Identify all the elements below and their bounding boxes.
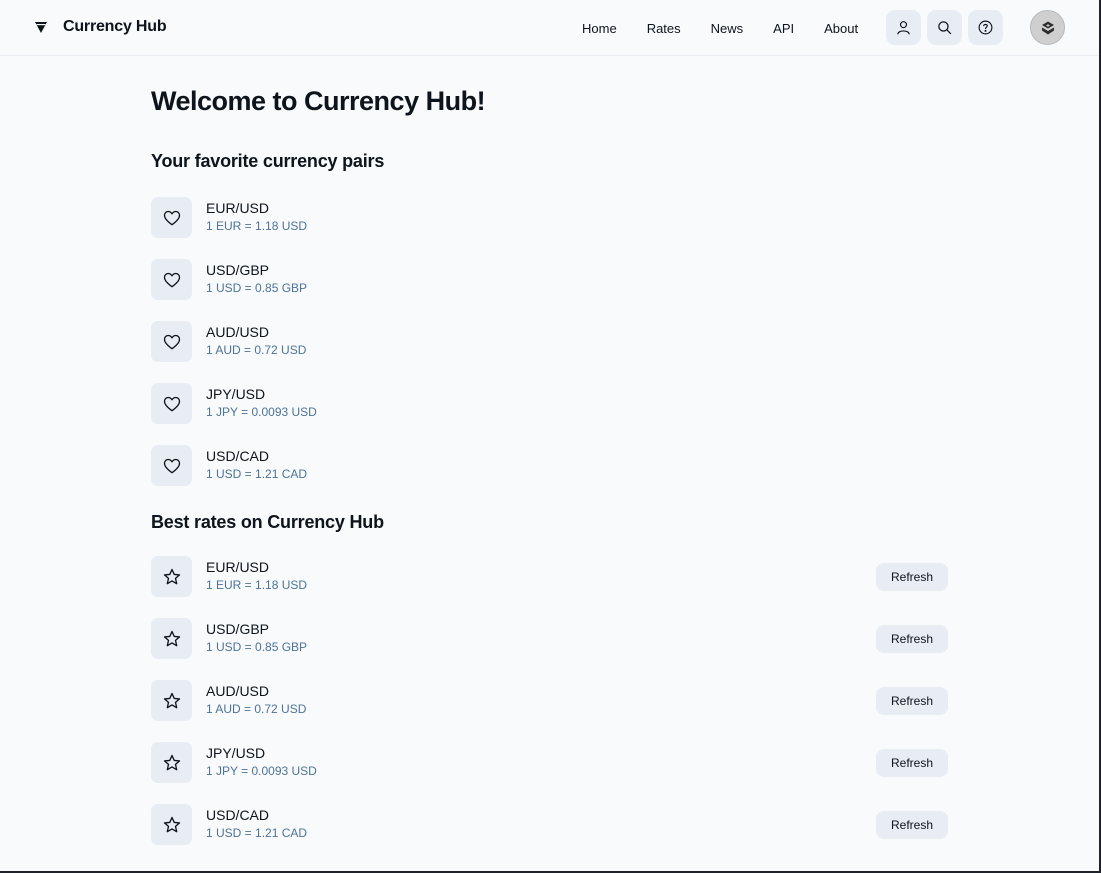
refresh-button[interactable]: Refresh: [876, 625, 948, 653]
favorite-button[interactable]: [151, 197, 192, 238]
page-title: Welcome to Currency Hub!: [151, 86, 486, 116]
favorites-title: Your favorite currency pairs: [151, 151, 385, 171]
top-header: Currency Hub Home Rates News API About: [0, 0, 1099, 56]
heart-icon: [163, 396, 180, 411]
currency-pair: USD/CAD: [206, 448, 270, 464]
star-icon: [163, 630, 180, 646]
exchange-rate: 1 AUD = 0.72 USD: [206, 343, 307, 357]
favorite-button[interactable]: [151, 383, 192, 424]
nav-news[interactable]: News: [711, 21, 744, 36]
help-button[interactable]: [968, 10, 1003, 45]
logo-icon: [35, 22, 47, 33]
star-button[interactable]: [151, 556, 192, 597]
favorites-list: EUR/USD 1 EUR = 1.18 USD USD/GBP 1 USD = 0.…: [151, 197, 951, 507]
exchange-rate: 1 JPY = 0.0093 USD: [206, 764, 317, 778]
star-icon: [163, 692, 180, 708]
list-item[interactable]: JPY/USD 1 JPY = 0.0093 USD Refresh: [151, 742, 951, 804]
nav-home[interactable]: Home: [582, 21, 617, 36]
exchange-rate: 1 USD = 0.85 GBP: [206, 281, 308, 295]
best-rates-list: EUR/USD 1 EUR = 1.18 USD Refresh USD/GBP 1 U…: [151, 556, 951, 866]
list-item[interactable]: USD/GBP 1 USD = 0.85 GBP: [151, 259, 951, 321]
refresh-button[interactable]: Refresh: [876, 811, 948, 839]
star-button[interactable]: [151, 680, 192, 721]
star-icon: [163, 754, 180, 770]
main-nav: Home Rates News API About: [567, 18, 873, 38]
list-item[interactable]: AUD/USD 1 AUD = 0.72 USD Refresh: [151, 680, 951, 742]
currency-pair: JPY/USD: [206, 386, 266, 402]
list-item[interactable]: USD/CAD 1 USD = 1.21 CAD Refresh: [151, 804, 951, 866]
heart-icon: [163, 210, 180, 225]
currency-pair: USD/GBP: [206, 621, 270, 637]
list-item[interactable]: USD/GBP 1 USD = 0.85 GBP Refresh: [151, 618, 951, 680]
help-icon: [978, 20, 993, 35]
list-item[interactable]: USD/CAD 1 USD = 1.21 CAD: [151, 445, 951, 507]
refresh-button[interactable]: Refresh: [876, 687, 948, 715]
search-button[interactable]: [927, 10, 962, 45]
star-button[interactable]: [151, 742, 192, 783]
star-button[interactable]: [151, 804, 192, 845]
list-item[interactable]: JPY/USD 1 JPY = 0.0093 USD: [151, 383, 951, 445]
nav-api[interactable]: API: [773, 21, 794, 36]
star-icon: [163, 816, 180, 832]
currency-pair: AUD/USD: [206, 683, 270, 699]
favorite-button[interactable]: [151, 321, 192, 362]
currency-pair: USD/GBP: [206, 262, 270, 278]
search-icon: [938, 21, 952, 35]
refresh-button[interactable]: Refresh: [876, 749, 948, 777]
brand[interactable]: Currency Hub: [33, 16, 167, 38]
account-button[interactable]: [886, 10, 921, 45]
favorite-button[interactable]: [151, 445, 192, 486]
currency-pair: AUD/USD: [206, 324, 270, 340]
avatar[interactable]: [1030, 10, 1065, 45]
heart-icon: [163, 272, 180, 287]
heart-icon: [163, 458, 180, 473]
currency-pair: EUR/USD: [206, 559, 270, 575]
currency-pair: EUR/USD: [206, 200, 270, 216]
heart-icon: [163, 334, 180, 349]
exchange-rate: 1 AUD = 0.72 USD: [206, 702, 307, 716]
user-icon: [897, 21, 910, 35]
refresh-button[interactable]: Refresh: [876, 563, 948, 591]
nav-rates[interactable]: Rates: [647, 21, 681, 36]
app-window: Currency Hub Home Rates News API About W…: [0, 0, 1101, 873]
best-rates-title: Best rates on Currency Hub: [151, 512, 384, 532]
exchange-rate: 1 USD = 0.85 GBP: [206, 640, 308, 654]
brand-name: Currency Hub: [63, 18, 167, 35]
exchange-rate: 1 USD = 1.21 CAD: [206, 467, 308, 481]
exchange-rate: 1 EUR = 1.18 USD: [206, 578, 308, 592]
currency-pair: JPY/USD: [206, 745, 266, 761]
exchange-rate: 1 JPY = 0.0093 USD: [206, 405, 317, 419]
nav-about[interactable]: About: [824, 21, 858, 36]
exchange-rate: 1 EUR = 1.18 USD: [206, 219, 308, 233]
list-item[interactable]: EUR/USD 1 EUR = 1.18 USD: [151, 197, 951, 259]
favorite-button[interactable]: [151, 259, 192, 300]
list-item[interactable]: EUR/USD 1 EUR = 1.18 USD Refresh: [151, 556, 951, 618]
star-button[interactable]: [151, 618, 192, 659]
currency-pair: USD/CAD: [206, 807, 270, 823]
avatar-logo-icon: [1041, 21, 1054, 34]
star-icon: [163, 568, 180, 584]
exchange-rate: 1 USD = 1.21 CAD: [206, 826, 308, 840]
list-item[interactable]: AUD/USD 1 AUD = 0.72 USD: [151, 321, 951, 383]
